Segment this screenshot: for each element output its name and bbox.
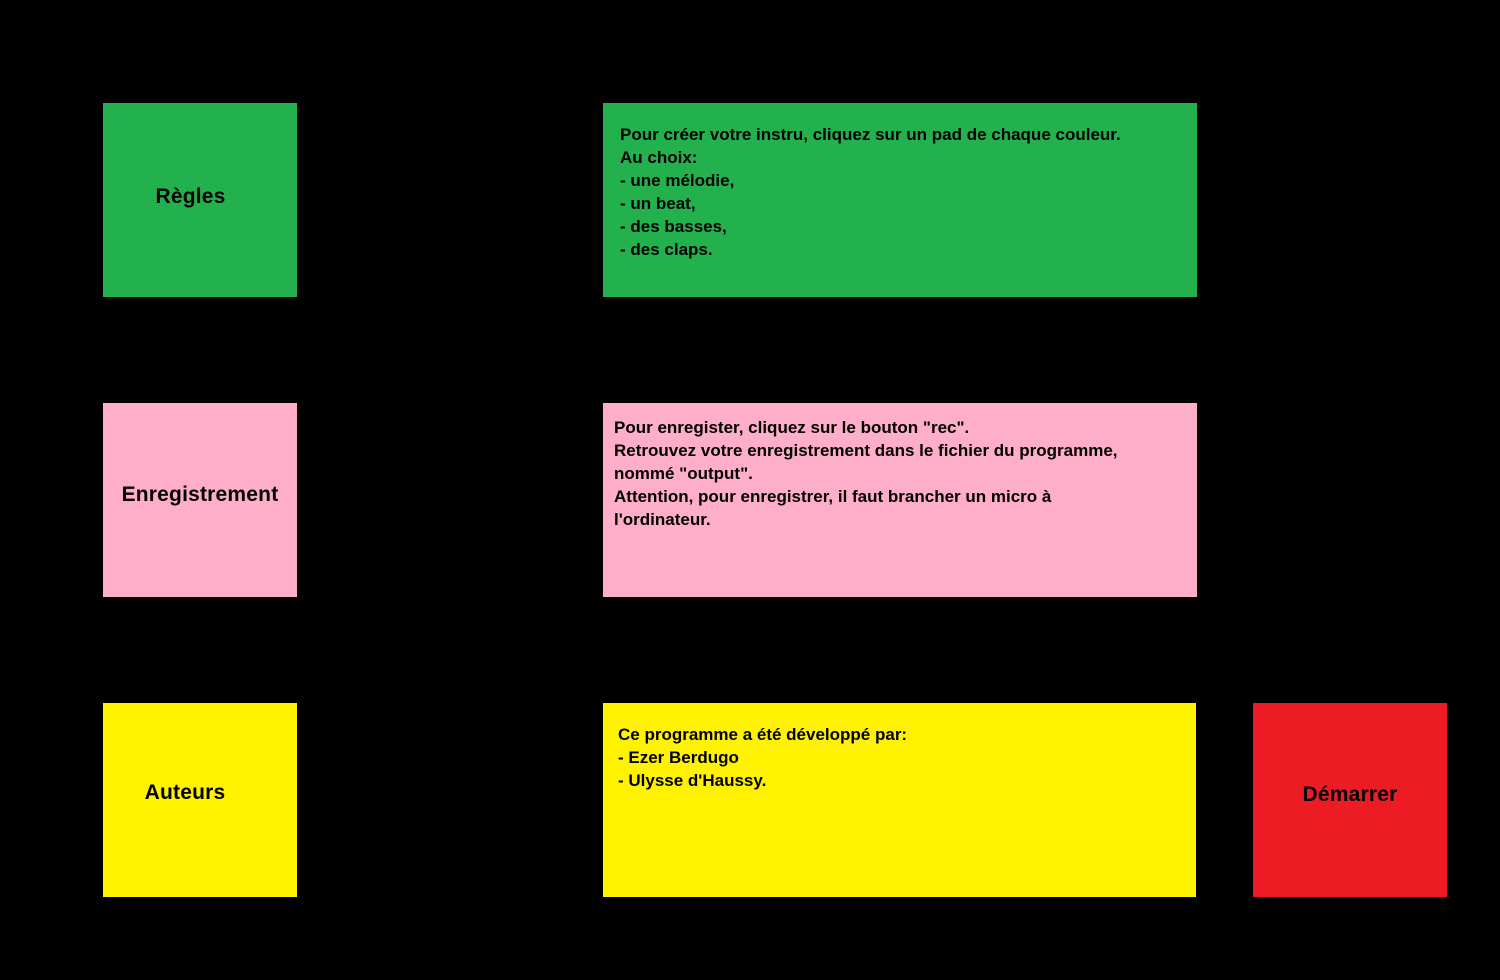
- regles-line: - des basses,: [620, 217, 727, 236]
- regles-line: - un beat,: [620, 194, 696, 213]
- demarrer-button-label: Démarrer: [1302, 783, 1398, 806]
- enregistrement-line: Attention, pour enregistrer, il faut bra…: [614, 487, 1052, 529]
- auteurs-info-panel: Ce programme a été développé par: - Ezer…: [603, 703, 1196, 897]
- auteurs-line: - Ulysse d'Haussy.: [618, 771, 767, 790]
- auteurs-button[interactable]: Auteurs: [103, 703, 297, 897]
- auteurs-line: - Ezer Berdugo: [618, 748, 739, 767]
- regles-line: - des claps.: [620, 240, 713, 259]
- regles-info-panel: Pour créer votre instru, cliquez sur un …: [603, 103, 1197, 297]
- enregistrement-button[interactable]: Enregistrement: [103, 403, 297, 597]
- regles-button-label: Règles: [155, 184, 226, 208]
- regles-line: - une mélodie,: [620, 171, 735, 190]
- regles-line: Pour créer votre instru, cliquez sur un …: [620, 125, 1121, 144]
- enregistrement-info-panel: Pour enregister, cliquez sur le bouton "…: [603, 403, 1197, 597]
- regles-line: Au choix:: [620, 148, 698, 167]
- enregistrement-line: Retrouvez votre enregistrement dans le f…: [614, 441, 1118, 483]
- auteurs-button-label: Auteurs: [144, 780, 226, 804]
- demarrer-button[interactable]: Démarrer: [1253, 703, 1447, 897]
- auteurs-line: Ce programme a été développé par:: [618, 725, 908, 744]
- enregistrement-line: Pour enregister, cliquez sur le bouton "…: [614, 418, 970, 437]
- enregistrement-button-label: Enregistrement: [121, 483, 279, 506]
- regles-button[interactable]: Règles: [103, 103, 297, 297]
